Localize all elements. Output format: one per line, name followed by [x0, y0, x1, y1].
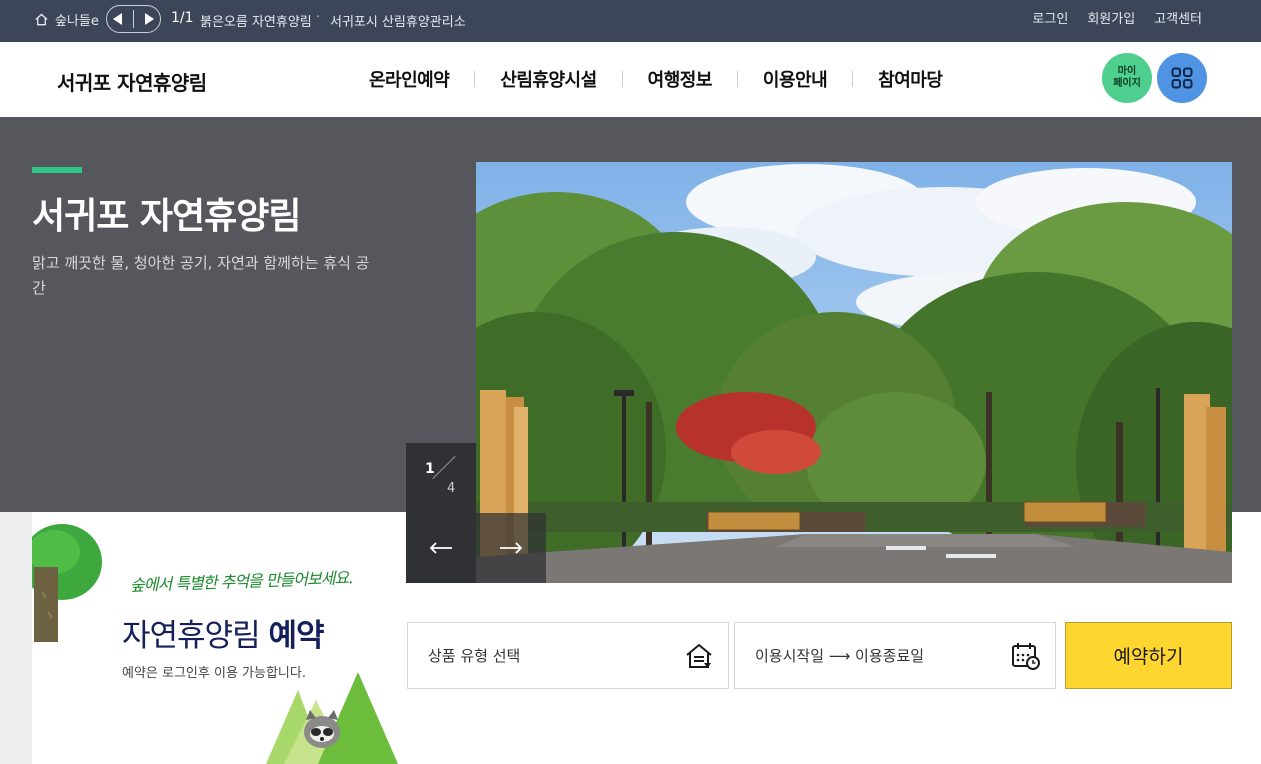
top-utility-bar: 숲나들e 1/1 붉은오름 자연휴양림 · 서귀포시 산림휴양관리소 로그인 회… [0, 0, 1261, 42]
nav-item-usage-guide[interactable]: 이용안내 [738, 66, 852, 92]
arrow-left-icon [429, 542, 452, 554]
triangle-left-icon[interactable] [112, 13, 122, 25]
house-icon [686, 643, 712, 668]
booking-title: 자연휴양림 예약 [122, 610, 325, 655]
mypage-label-line2: 페이지 [1113, 78, 1141, 89]
home-link[interactable]: 숲나들e [34, 10, 99, 29]
slide-prev-button[interactable] [406, 513, 476, 583]
slide-current: 1 [425, 461, 435, 477]
customer-center-link[interactable]: 고객센터 [1154, 8, 1202, 27]
facility-name[interactable]: 붉은오름 자연휴양림 [200, 11, 312, 30]
slide-total: 4 [447, 481, 456, 496]
mypage-button[interactable]: 마이 페이지 [1102, 53, 1152, 103]
raccoon-illustration [266, 672, 398, 764]
product-type-select[interactable]: 상품 유형 선택 [407, 622, 729, 689]
pager-divider [132, 10, 134, 28]
hero-image [476, 162, 1232, 583]
grid-icon [1171, 67, 1193, 89]
handwritten-slogan: 숲에서 특별한 추억을 만들어보세요. [129, 568, 353, 595]
arrow-right-icon [500, 542, 523, 554]
date-range-placeholder: 이용시작일 ⟶ 이용종료일 [755, 647, 925, 665]
nav-item-community[interactable]: 참여마당 [853, 66, 967, 92]
booking-title-bold: 예약 [268, 618, 324, 654]
slide-counter: 1 4 [406, 443, 476, 513]
utility-links: 로그인 회원가입 고객센터 [1032, 8, 1202, 27]
signup-link[interactable]: 회원가입 [1087, 8, 1135, 27]
facility-separator: · [316, 10, 321, 25]
hero-title: 서귀포 자연휴양림 [32, 196, 301, 237]
site-pager [106, 5, 161, 33]
nav-item-travel-info[interactable]: 여행정보 [623, 66, 737, 92]
nav-item-facilities[interactable]: 산림휴양시설 [475, 66, 621, 92]
triangle-right-icon[interactable] [145, 13, 155, 25]
main-header: 서귀포 자연휴양림 온라인예약 산림휴양시설 여행정보 이용안내 참여마당 마이… [0, 42, 1261, 117]
all-menu-button[interactable] [1157, 53, 1207, 103]
main-navigation: 온라인예약 산림휴양시설 여행정보 이용안내 참여마당 [344, 66, 967, 92]
slide-counter-divider [432, 455, 456, 480]
mypage-label-line1: 마이 [1117, 66, 1137, 77]
date-range-picker[interactable]: 이용시작일 ⟶ 이용종료일 [734, 622, 1056, 689]
booking-card: 숲에서 특별한 추억을 만들어보세요. 자연휴양림 예약 예약은 로그인후 이용… [32, 512, 398, 764]
calendar-clock-icon [1012, 643, 1040, 670]
booking-login-note: 예약은 로그인후 이용 가능합니다. [122, 666, 306, 681]
reserve-button[interactable]: 예약하기 [1065, 622, 1232, 689]
booking-title-light: 자연휴양림 [122, 618, 261, 654]
home-icon [35, 13, 48, 26]
nav-item-online-reservation[interactable]: 온라인예약 [344, 66, 474, 92]
site-logo[interactable]: 서귀포 자연휴양림 [57, 67, 207, 96]
office-name: 서귀포시 산림휴양관리소 [330, 15, 466, 30]
slide-next-button[interactable] [476, 513, 546, 583]
tree-illustration [32, 524, 102, 642]
site-count: 1/1 [171, 10, 194, 26]
login-link[interactable]: 로그인 [1032, 8, 1068, 27]
title-accent-bar [32, 167, 82, 173]
product-type-placeholder: 상품 유형 선택 [428, 647, 521, 665]
home-label: 숲나들e [55, 14, 99, 29]
left-gray-strip [0, 512, 32, 764]
hero-description: 맑고 깨끗한 물, 청아한 공기, 자연과 함께하는 휴식 공간 [32, 254, 370, 297]
